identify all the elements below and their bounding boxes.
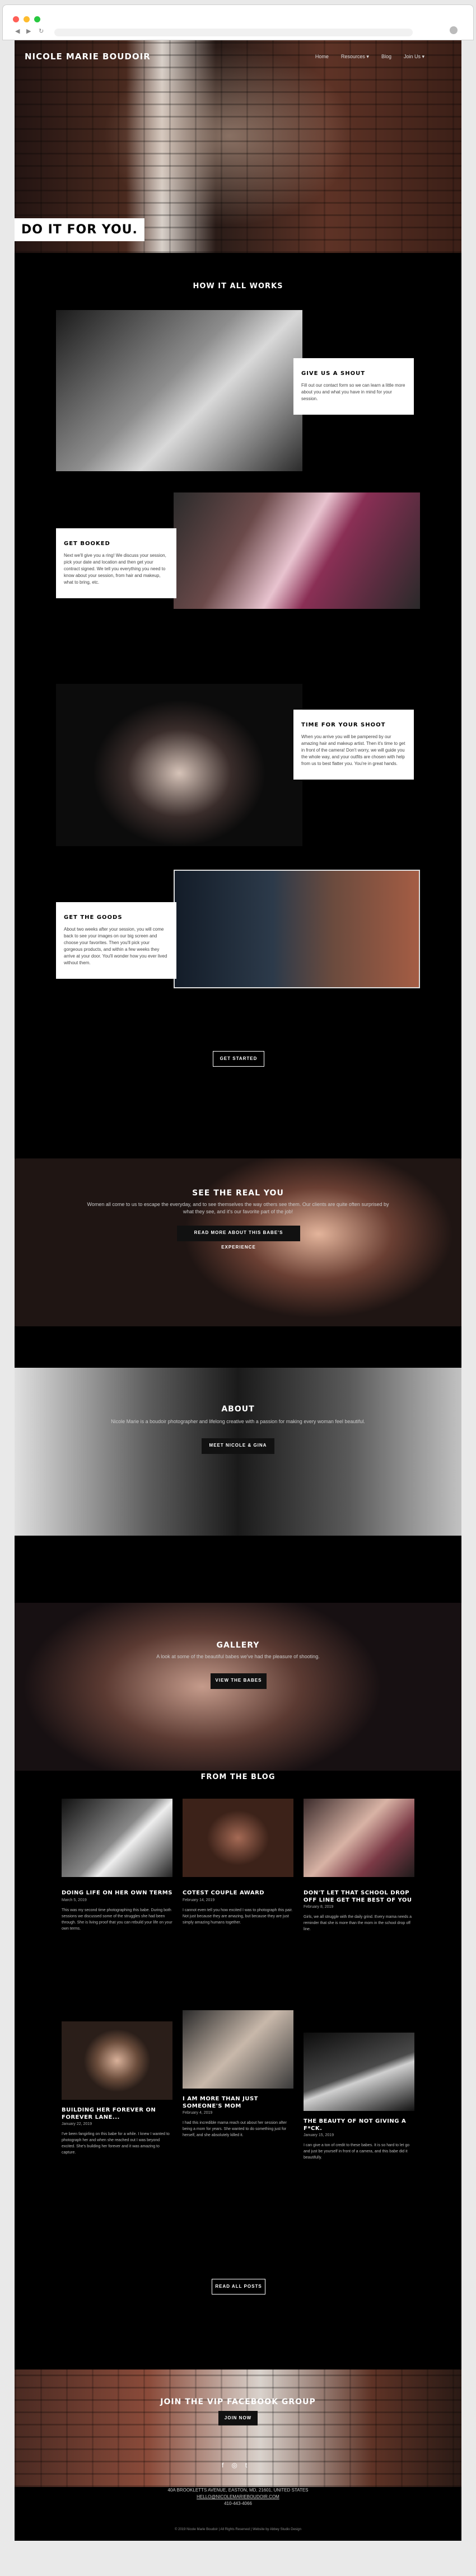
- instagram-icon[interactable]: ◎: [231, 2461, 237, 2469]
- twitter-icon[interactable]: t: [245, 2461, 247, 2469]
- nav-item-resources[interactable]: Resources ▾: [341, 54, 369, 60]
- view-babes-button[interactable]: VIEW THE BABES: [211, 1673, 267, 1689]
- footer-copyright: © 2019 Nicole Marie Boudoir | All Rights…: [175, 2528, 301, 2531]
- blog-post-1-title[interactable]: DOING LIFE ON HER OWN TERMS: [62, 1889, 172, 1897]
- close-window-icon[interactable]: [13, 16, 19, 22]
- read-experience-button[interactable]: READ MORE ABOUT THIS BABE'S EXPERIENCE: [177, 1226, 300, 1250]
- footer-phone: 410-443-4066: [224, 2501, 252, 2506]
- blog-post-2-excerpt: I cannot even tell you how excited I was…: [183, 1908, 293, 1925]
- minimize-window-icon[interactable]: [24, 16, 30, 22]
- maximize-window-icon[interactable]: [34, 16, 40, 22]
- footer-email-link[interactable]: HELLO@NICOLEMARIEBOUDOIR.COM: [15, 2494, 461, 2500]
- vip-group-photo: [15, 2369, 461, 2487]
- facebook-icon[interactable]: f: [222, 2461, 223, 2469]
- step-1-card: GIVE US A SHOUT Fill out our contact for…: [293, 358, 414, 415]
- back-arrow-icon[interactable]: ◀: [15, 27, 20, 35]
- blog-post-2-date: February 14, 2019: [183, 1898, 215, 1902]
- blog-post-6-title[interactable]: THE BEAUTY OF NOT GIVING A F*CK.: [304, 2118, 414, 2132]
- real-you-text: Women all come to us to escape the every…: [87, 1202, 389, 1214]
- step-4-card: GET THE GOODS About two weeks after your…: [56, 902, 176, 979]
- browser-window-frame: ◀ ▶ ↻: [2, 4, 474, 40]
- blog-post-4-date: January 22, 2019: [62, 2122, 92, 2126]
- hero-photo: NICOLE MARIE BOUDOIR Home Resources ▾ Bl…: [15, 40, 461, 253]
- vip-brick-texture: [15, 2369, 461, 2487]
- gallery-title: GALLERY: [216, 1641, 260, 1650]
- step-3-card: TIME FOR YOUR SHOOT When you arrive you …: [293, 710, 414, 780]
- blog-post-1-date: March 5, 2019: [62, 1898, 87, 1902]
- blog-post-1-image[interactable]: [62, 1799, 172, 1877]
- address-bar[interactable]: [54, 29, 413, 36]
- blog-post-4-title[interactable]: BUILDING HER FOREVER ON FOREVER LANE...: [62, 2106, 172, 2121]
- blog-post-2-image[interactable]: [183, 1799, 293, 1877]
- blog-post-1-excerpt: This was my second time photographing th…: [62, 1908, 172, 1931]
- step-1-text: Fill out our contact form so we can lear…: [301, 383, 405, 401]
- blog-post-3-excerpt: Girls, we all struggle with the daily gr…: [304, 1915, 412, 1931]
- window-controls: [13, 16, 40, 22]
- site-logo[interactable]: NICOLE MARIE BOUDOIR: [25, 51, 151, 62]
- website-page: NICOLE MARIE BOUDOIR Home Resources ▾ Bl…: [15, 40, 461, 2541]
- reload-icon[interactable]: ↻: [39, 27, 44, 35]
- step-2-card: GET BOOKED Next we'll give you a ring! W…: [56, 528, 176, 598]
- blog-post-5-title[interactable]: I AM MORE THAN JUST SOMEONE'S MOM: [183, 2095, 293, 2110]
- nav-item-join-us[interactable]: Join Us ▾: [404, 54, 424, 60]
- hero-tagline: DO IT FOR YOU.: [15, 218, 144, 241]
- nav-item-blog[interactable]: Blog: [381, 54, 391, 60]
- join-now-button[interactable]: JOIN NOW: [218, 2411, 258, 2425]
- real-you-title: SEE THE REAL YOU: [192, 1189, 284, 1198]
- footer-address: 40A BROOKLETTS AVENUE, EASTON, MD, 21601…: [167, 2488, 309, 2493]
- blog-post-5-date: February 4, 2019: [183, 2111, 213, 2115]
- about-text: Nicole Marie is a boudoir photographer a…: [111, 1419, 365, 1424]
- step-4-photo: [174, 870, 420, 988]
- step-2-photo: [174, 492, 420, 609]
- blog-post-4-excerpt: I've been fangirling on this babe for a …: [62, 2132, 170, 2155]
- gallery-text: A look at some of the beautiful babes we…: [156, 1654, 320, 1659]
- step-3-photo: [56, 684, 302, 846]
- blog-post-2-title[interactable]: COTEST COUPLE AWARD: [183, 1889, 293, 1897]
- blog-post-4-image[interactable]: [62, 2021, 172, 2100]
- blog-post-3-date: February 8, 2019: [304, 1905, 334, 1909]
- step-4-title: GET THE GOODS: [64, 914, 123, 921]
- step-3-text: When you arrive you will be pampered by …: [301, 734, 405, 766]
- step-2-text: Next we'll give you a ring! We discuss y…: [64, 553, 166, 585]
- step-2-title: GET BOOKED: [64, 541, 110, 547]
- blog-section-title: FROM THE BLOG: [200, 1773, 276, 1781]
- nav-item-home[interactable]: Home: [315, 54, 329, 60]
- blog-post-6-date: January 15, 2019: [304, 2133, 334, 2137]
- step-1-title: GIVE US A SHOUT: [301, 370, 366, 377]
- step-3-title: TIME FOR YOUR SHOOT: [301, 722, 386, 728]
- get-started-button[interactable]: GET STARTED: [213, 1051, 264, 1067]
- blog-post-6-image[interactable]: [304, 2033, 414, 2111]
- blog-post-5-excerpt: I had this incredible mama reach out abo…: [183, 2121, 287, 2137]
- vip-group-title: JOIN THE VIP FACEBOOK GROUP: [160, 2397, 316, 2406]
- meet-nicole-gina-button[interactable]: MEET NICOLE & GINA: [202, 1438, 274, 1454]
- blog-post-3-image[interactable]: [304, 1799, 414, 1877]
- forward-arrow-icon[interactable]: ▶: [26, 27, 31, 35]
- about-title: ABOUT: [221, 1405, 255, 1414]
- how-section-title: HOW IT ALL WORKS: [193, 282, 283, 290]
- browser-menu-icon[interactable]: [450, 26, 458, 34]
- blog-post-5-image[interactable]: [183, 2010, 293, 2089]
- blog-post-6-excerpt: I can give a ton of credit to these babe…: [304, 2143, 410, 2160]
- blog-post-3-title[interactable]: DON'T LET THAT SCHOOL DROP OFF LINE GET …: [304, 1889, 414, 1904]
- social-icons: f ◎ t: [222, 2461, 247, 2469]
- main-nav: Home Resources ▾ Blog Join Us ▾: [315, 54, 424, 60]
- read-all-posts-button[interactable]: READ ALL POSTS: [212, 2279, 265, 2295]
- step-4-text: About two weeks after your session, you …: [64, 927, 167, 965]
- step-1-photo: [56, 310, 302, 471]
